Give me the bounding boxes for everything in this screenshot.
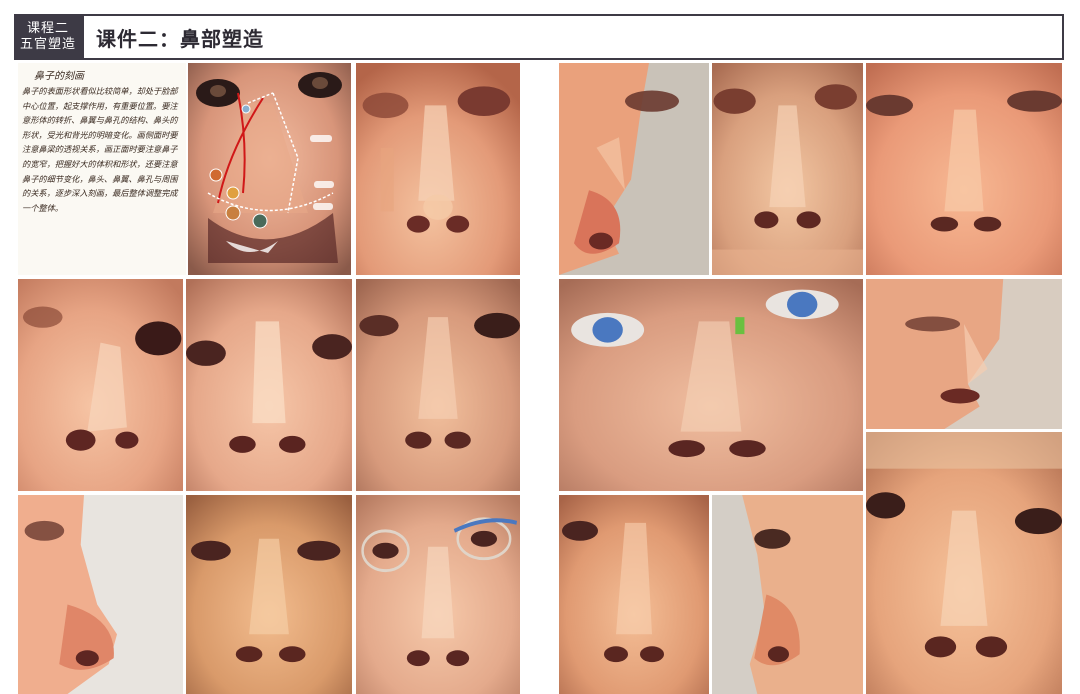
handwritten-notes: 鼻子的刻画 鼻子的表面形状看似比较简单，却处于脸部中心位置，起支撑作用，有重要位… — [18, 63, 186, 275]
title-box: 课件二：鼻部塑造 — [82, 14, 1064, 60]
page-title: 课件二：鼻部塑造 — [96, 26, 264, 51]
painting-6 — [186, 279, 352, 491]
course-badge-line2: 五官塑造 — [19, 37, 76, 52]
painting-7 — [356, 279, 520, 491]
painting-15 — [866, 432, 1062, 694]
painting-9 — [866, 279, 1062, 429]
painting-2 — [559, 63, 709, 275]
painting-5 — [18, 279, 183, 491]
notes-title: 鼻子的刻画 — [34, 71, 84, 82]
painting-13 — [559, 495, 709, 694]
notes-body: 鼻子的表面形状看似比较简单，却处于脸部中心位置，起支撑作用，有重要位置。要注意形… — [22, 86, 178, 213]
painting-10 — [18, 495, 183, 694]
course-badge: 课程二 五官塑造 — [14, 14, 82, 60]
painting-14 — [712, 495, 863, 694]
painting-3 — [712, 63, 863, 275]
painting-11 — [186, 495, 352, 694]
course-badge-line1: 课程二 — [26, 21, 69, 36]
nose-anatomy-photo — [188, 63, 351, 275]
painting-8 — [559, 279, 863, 491]
painting-1 — [356, 63, 520, 275]
page-header: 课程二 五官塑造 课件二：鼻部塑造 — [14, 14, 1064, 60]
painting-4 — [866, 63, 1062, 275]
painting-12 — [356, 495, 520, 694]
